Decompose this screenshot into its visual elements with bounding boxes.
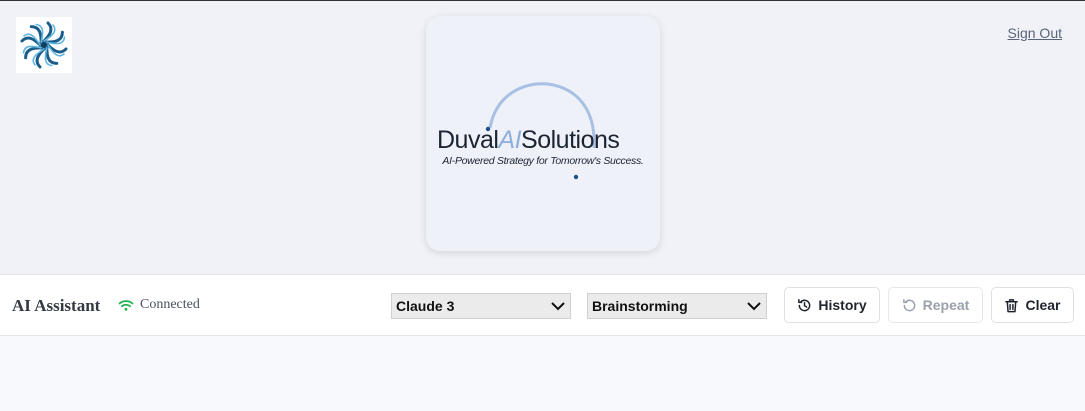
model-select[interactable]: Claude 3 <box>391 293 571 319</box>
repeat-button[interactable]: Repeat <box>888 287 983 323</box>
company-logo-card: DuvalAISolutions AI-Powered Strategy for… <box>426 16 660 251</box>
model-select-value: Claude 3 <box>396 298 455 314</box>
chevron-down-icon <box>551 302 565 311</box>
chat-area <box>0 336 1085 411</box>
clear-button[interactable]: Clear <box>991 287 1074 323</box>
repeat-button-label: Repeat <box>922 297 970 313</box>
sign-out-link[interactable]: Sign Out <box>1008 25 1062 41</box>
trash-icon <box>1005 298 1019 312</box>
app-logo[interactable] <box>16 17 72 73</box>
pinwheel-logo-icon <box>19 20 69 70</box>
brand-tagline: AI-Powered Strategy for Tomorrow's Succe… <box>442 155 644 167</box>
history-icon <box>798 298 811 311</box>
brand-name: DuvalAISolutions <box>437 126 620 155</box>
brand-name-ai: AI <box>498 126 522 154</box>
mode-select[interactable]: Brainstorming <box>587 293 767 319</box>
rotate-ccw-icon <box>902 298 916 311</box>
header-area: Sign Out DuvalAISolutions AI-Powered Str… <box>0 1 1085 274</box>
wifi-icon <box>118 299 134 311</box>
assistant-title: AI Assistant <box>12 296 101 315</box>
brand-name-part1: Duval <box>437 126 499 154</box>
clear-button-label: Clear <box>1025 297 1061 313</box>
history-button[interactable]: History <box>784 287 880 323</box>
assistant-toolbar: AI Assistant Connected Claude 3 Brainsto… <box>0 274 1085 336</box>
brand-name-part2: Solutions <box>521 126 620 154</box>
mode-select-value: Brainstorming <box>592 298 688 314</box>
status-text: Connected <box>140 297 200 312</box>
chevron-down-icon <box>747 302 761 311</box>
history-button-label: History <box>818 297 867 313</box>
connection-status: Connected <box>118 297 200 313</box>
